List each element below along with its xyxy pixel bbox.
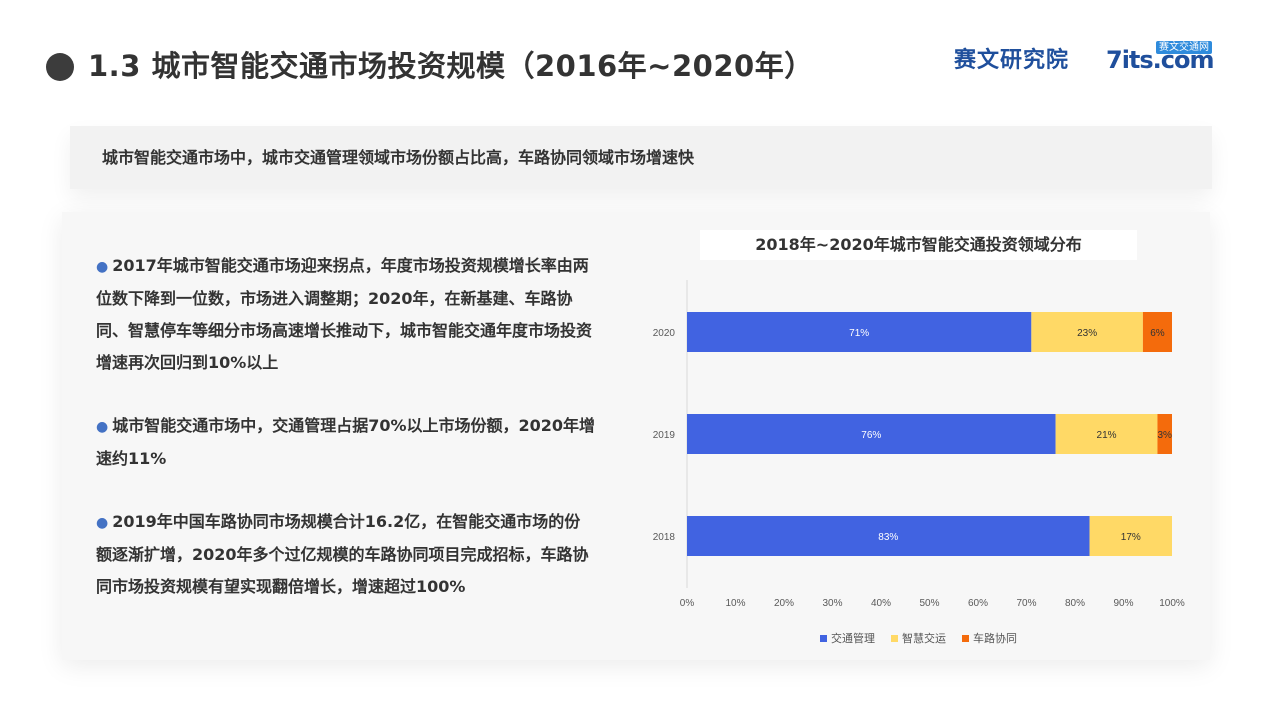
- x-tick-label: 10%: [725, 598, 745, 609]
- legend-item-3: 车路协同: [962, 630, 1017, 646]
- x-tick-label: 0%: [680, 598, 695, 609]
- legend-swatch-1: [820, 634, 827, 642]
- chart-title: 2018年~2020年城市智能交通投资领域分布: [755, 235, 1082, 254]
- bullet-text-2: 城市智能交通市场中，交通管理占据70%以上市场份额，2020年增速约11%: [96, 416, 596, 468]
- page-title: 1.3 城市智能交通市场投资规模（2016年~2020年）: [88, 49, 814, 83]
- bullet-dot-icon: ●: [96, 259, 109, 275]
- x-tick-label: 40%: [871, 598, 891, 609]
- x-tick-label: 100%: [1159, 598, 1185, 609]
- data-label: 6%: [1150, 328, 1165, 339]
- x-tick-label: 90%: [1113, 598, 1133, 609]
- bullet-point-3: ● 2019年中国车路协同市场规模合计16.2亿，在智能交通市场的份额逐渐扩增，2…: [96, 506, 596, 603]
- bullet-text-1: 2017年城市智能交通市场迎来拐点，年度市场投资规模增长率由两位数下降到一位数，…: [96, 256, 593, 372]
- bullet-point-1: ● 2017年城市智能交通市场迎来拐点，年度市场投资规模增长率由两位数下降到一位数…: [96, 250, 596, 379]
- saiwen-logo: 赛文研究院: [954, 48, 1070, 73]
- 7its-logo: 7its.com 赛文交通网: [1106, 40, 1216, 74]
- legend-item-2: 智慧交运: [891, 630, 946, 646]
- legend-swatch-2: [891, 634, 898, 642]
- y-tick-label: 2018: [653, 532, 676, 543]
- data-label: 83%: [878, 532, 898, 543]
- data-label: 71%: [849, 328, 869, 339]
- y-tick-label: 2019: [653, 430, 676, 441]
- stacked-bar-chart: 2020 71% 23% 6% 2019 76% 21% 3% 2018 83% 17% 0% 10% 2…: [653, 280, 1185, 609]
- x-tick-label: 30%: [822, 598, 842, 609]
- chart-title-box: 2018年~2020年城市智能交通投资领域分布: [700, 230, 1137, 260]
- subtitle-bar: 城市智能交通市场中，城市交通管理领域市场份额占比高，车路协同领域市场增速快: [70, 126, 1212, 189]
- legend-item-1: 交通管理: [820, 630, 875, 646]
- 7its-logo-badge: 赛文交通网: [1156, 41, 1212, 54]
- legend-label-1: 交通管理: [831, 632, 875, 645]
- data-label: 3%: [1157, 430, 1172, 441]
- bullet-dot-icon: ●: [96, 515, 109, 531]
- legend-label-3: 车路协同: [973, 632, 1017, 645]
- data-label: 23%: [1077, 328, 1097, 339]
- data-label: 21%: [1097, 430, 1117, 441]
- x-tick-label: 80%: [1065, 598, 1085, 609]
- legend-swatch-3: [962, 634, 969, 642]
- data-label: 17%: [1121, 532, 1141, 543]
- x-tick-label: 50%: [919, 598, 939, 609]
- subtitle-text: 城市智能交通市场中，城市交通管理领域市场份额占比高，车路协同领域市场增速快: [102, 148, 695, 167]
- bullet-text-3: 2019年中国车路协同市场规模合计16.2亿，在智能交通市场的份额逐渐扩增，20…: [96, 512, 589, 596]
- chart-legend: 交通管理 智慧交运 车路协同: [820, 630, 1017, 646]
- data-label: 76%: [861, 430, 881, 441]
- x-tick-label: 70%: [1016, 598, 1036, 609]
- legend-label-2: 智慧交运: [902, 632, 946, 645]
- y-tick-label: 2020: [653, 328, 676, 339]
- title-bullet-icon: [46, 53, 74, 81]
- x-tick-label: 20%: [774, 598, 794, 609]
- x-tick-label: 60%: [968, 598, 988, 609]
- bullet-dot-icon: ●: [96, 419, 109, 435]
- bullet-point-2: ● 城市智能交通市场中，交通管理占据70%以上市场份额，2020年增速约11%: [96, 410, 596, 475]
